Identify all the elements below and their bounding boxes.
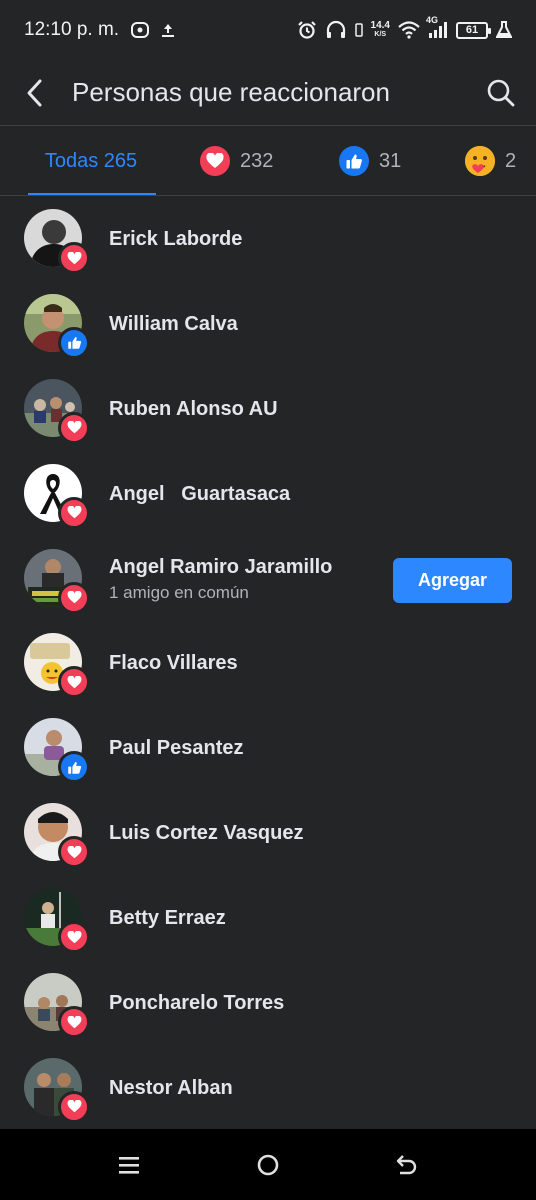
messenger-notification-icon [131, 21, 150, 39]
tab-care-count: 2 [505, 149, 517, 172]
tab-like[interactable]: 31 [339, 126, 402, 195]
back-arrow-icon [396, 1154, 416, 1174]
person-name[interactable]: Flaco Villares [109, 652, 238, 675]
battery-indicator: 61 [456, 21, 491, 39]
love-reaction-icon [58, 921, 90, 954]
wifi-icon [398, 21, 420, 39]
list-item[interactable]: William Calva [0, 282, 536, 367]
app-header: Personas que reaccionaron [0, 60, 536, 126]
like-reaction-icon [339, 146, 369, 176]
love-reaction-icon [58, 242, 90, 274]
love-reaction-icon [58, 836, 90, 869]
status-time: 12:10 p. m. [24, 19, 120, 40]
signal-icon: 4G [426, 15, 448, 39]
love-reaction-icon [58, 411, 90, 444]
person-name[interactable]: Ruben Alonso AU [109, 398, 278, 421]
system-nav-bar [0, 1129, 536, 1200]
list-item[interactable]: Erick Laborde [0, 197, 536, 282]
love-reaction-icon [58, 1090, 90, 1123]
battery-charge-icon [354, 23, 363, 37]
reactions-screen: 12:10 p. m. 14.4 K/S 4G 61 Personas que … [0, 0, 536, 1200]
person-name[interactable]: Angel Guartasaca [109, 483, 290, 506]
page-title: Personas que reaccionaron [72, 77, 390, 107]
like-reaction-icon [58, 326, 90, 359]
chevron-left-icon [27, 79, 42, 106]
person-name[interactable]: Betty Erraez [109, 907, 226, 930]
list-item[interactable]: Angel Guartasaca [0, 452, 536, 537]
add-friend-button[interactable]: Agregar [393, 557, 512, 603]
back-nav-button[interactable] [382, 1140, 432, 1190]
list-item[interactable]: Poncharelo Torres [0, 961, 536, 1046]
list-item[interactable]: Angel Ramiro Jaramillo 1 amigo en común … [0, 537, 536, 622]
love-reaction-icon [58, 1006, 90, 1039]
care-reaction-icon [465, 146, 495, 176]
home-circle-icon [257, 1154, 279, 1175]
person-name[interactable]: Poncharelo Torres [109, 992, 284, 1015]
love-reaction-icon [200, 146, 230, 176]
mutual-friends-text: 1 amigo en común [109, 582, 249, 602]
alarm-icon [297, 20, 317, 40]
reaction-tabs: Todas 265 232 31 2 [0, 126, 536, 196]
status-bar: 12:10 p. m. 14.4 K/S 4G 61 [0, 0, 536, 60]
list-item[interactable]: Ruben Alonso AU [0, 367, 536, 452]
person-name[interactable]: Erick Laborde [109, 228, 242, 251]
love-reaction-icon [58, 581, 90, 614]
tab-care[interactable]: 2 [465, 126, 517, 195]
search-button[interactable] [466, 60, 536, 126]
list-item[interactable]: Nestor Alban [0, 1046, 536, 1131]
tab-love-count: 232 [240, 149, 274, 172]
list-item[interactable]: Paul Pesantez [0, 706, 536, 791]
back-button[interactable] [0, 60, 70, 126]
list-item[interactable]: Luis Cortez Vasquez [0, 791, 536, 876]
like-reaction-icon [58, 751, 90, 784]
person-name[interactable]: William Calva [109, 313, 238, 336]
person-name[interactable]: Paul Pesantez [109, 737, 244, 760]
flask-icon [496, 21, 512, 39]
home-button[interactable] [243, 1140, 293, 1190]
person-name[interactable]: Nestor Alban [109, 1077, 233, 1100]
menu-icon [119, 1156, 140, 1174]
person-name[interactable]: Luis Cortez Vasquez [109, 822, 304, 845]
tab-all[interactable]: Todas 265 [26, 126, 156, 195]
person-name[interactable]: Angel Ramiro Jaramillo [109, 556, 332, 579]
headphones-icon [325, 20, 347, 40]
love-reaction-icon [58, 496, 90, 529]
recent-apps-button[interactable] [104, 1140, 154, 1190]
list-item[interactable]: Flaco Villares [0, 621, 536, 706]
love-reaction-icon [58, 666, 90, 699]
network-speed: 14.4 K/S [370, 20, 390, 39]
upload-icon [161, 22, 175, 38]
reactors-list: Erick Laborde William Calva Ruben Alonso… [0, 197, 536, 1131]
list-item[interactable]: Betty Erraez [0, 876, 536, 961]
search-icon [487, 79, 515, 106]
tab-like-count: 31 [379, 149, 402, 172]
tab-love[interactable]: 232 [200, 126, 274, 195]
tab-all-label: Todas 265 [44, 149, 138, 172]
